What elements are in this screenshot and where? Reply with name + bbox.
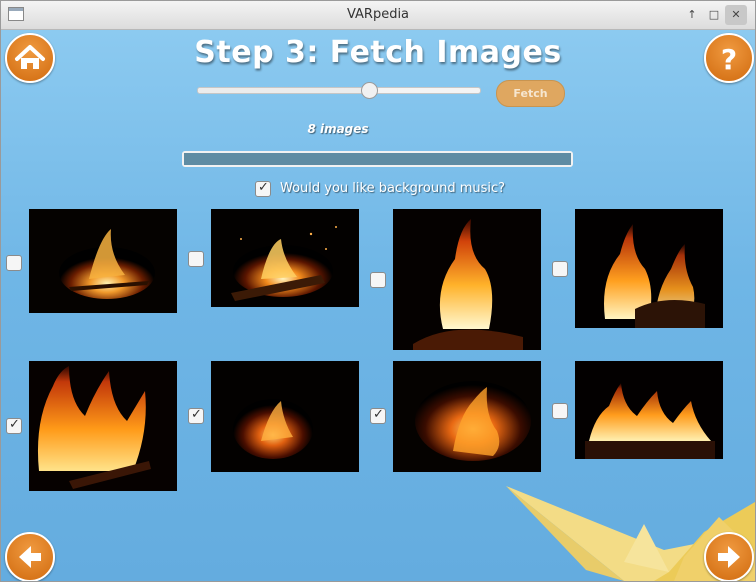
next-button[interactable] — [704, 532, 754, 581]
main-panel: Step 3: Fetch Images ? Fetch 8 images ✓ … — [1, 30, 755, 581]
minimize-icon[interactable]: ↑ — [681, 5, 703, 25]
arrow-right-icon — [718, 546, 740, 568]
image-checkbox-3[interactable] — [370, 272, 386, 288]
fire-flames-image[interactable] — [393, 361, 541, 472]
background-music-checkbox[interactable]: ✓ — [255, 180, 271, 197]
progress-fill — [184, 153, 571, 165]
slider-fill — [198, 88, 370, 93]
embers-image[interactable] — [211, 361, 359, 472]
image-checkbox-5[interactable]: ✓ — [6, 417, 22, 434]
image-checkbox-7[interactable]: ✓ — [370, 407, 386, 424]
fire-flames-image[interactable] — [29, 361, 177, 491]
image-checkbox-2[interactable] — [188, 251, 204, 267]
page-title: Step 3: Fetch Images — [194, 35, 562, 70]
check-icon: ✓ — [9, 417, 20, 432]
app-window: VARpedia ↑ □ ✕ Step 3: Fetch Images ? Fe — [0, 0, 756, 582]
bonfire-image[interactable] — [29, 209, 177, 313]
image-checkbox-6[interactable]: ✓ — [188, 407, 204, 424]
image-count-slider[interactable] — [197, 82, 481, 99]
back-button[interactable] — [5, 532, 55, 581]
fire-flames-image[interactable] — [393, 209, 541, 350]
check-icon: ✓ — [258, 180, 269, 195]
fire-flames-image[interactable] — [575, 209, 723, 328]
image-checkbox-4[interactable] — [552, 261, 568, 277]
slider-handle[interactable] — [361, 82, 379, 99]
check-icon: ✓ — [373, 407, 384, 422]
window-title: VARpedia — [346, 7, 410, 22]
image-count-label: 8 images — [307, 122, 369, 136]
title-bar: VARpedia ↑ □ ✕ — [1, 1, 755, 30]
campfire-logs-image[interactable] — [211, 209, 359, 307]
background-music-label: Would you like background music? — [280, 181, 506, 196]
fetch-button[interactable]: Fetch — [496, 80, 565, 107]
image-checkbox-8[interactable] — [552, 403, 568, 419]
progress-bar — [182, 151, 573, 167]
maximize-icon[interactable]: □ — [703, 5, 725, 25]
check-icon: ✓ — [191, 407, 202, 422]
question-icon: ? — [721, 43, 737, 76]
svg-text:?: ? — [721, 43, 737, 76]
help-button[interactable]: ? — [704, 33, 754, 83]
log-fire-image[interactable] — [575, 361, 723, 459]
arrow-left-icon — [19, 546, 41, 568]
close-icon[interactable]: ✕ — [725, 5, 747, 25]
image-checkbox-1[interactable] — [6, 255, 22, 271]
